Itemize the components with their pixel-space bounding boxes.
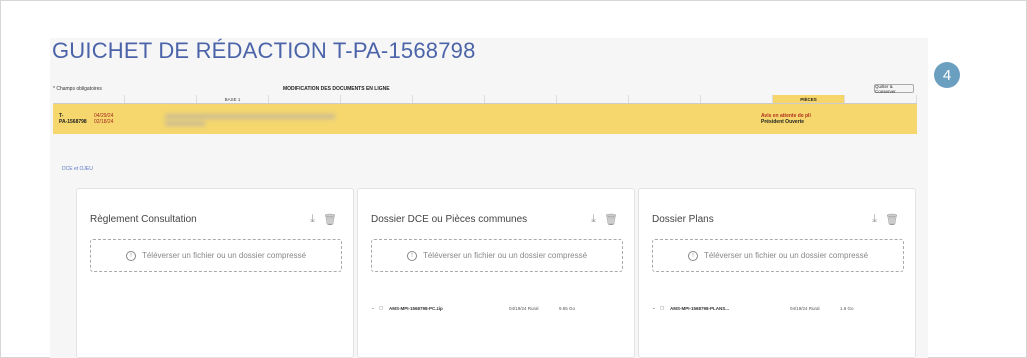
trash-icon[interactable]: 🗑	[604, 213, 618, 226]
tab-5[interactable]	[341, 95, 413, 103]
upload-dropzone[interactable]: ↑ Téléverser un fichier ou un dossier co…	[90, 239, 342, 272]
upload-label: Téléverser un fichier ou un dossier comp…	[141, 251, 307, 260]
upload-dropzone[interactable]: ↑ Téléverser un fichier ou un dossier co…	[652, 239, 904, 272]
trash-icon[interactable]: 🗑	[885, 213, 899, 226]
section-title: MODIFICATION DES DOCUMENTS EN LIGNE	[283, 86, 390, 92]
card-plans: Dossier Plans ⤓ 🗑 ↑ Téléverser un fichie…	[638, 188, 916, 358]
status-text: Avis en attente de pli Président Ouverte	[761, 113, 811, 125]
upload-icon: ↑	[406, 250, 417, 261]
reference-number: T- PA-1568798	[59, 113, 87, 125]
card-title: Règlement Consultation	[90, 214, 197, 225]
chevron-down-icon[interactable]: ⌄	[371, 305, 379, 311]
file-date: 04/19/24 Rural	[509, 305, 539, 311]
download-icon[interactable]: ⤓	[872, 213, 877, 226]
tab-bar: BASE 1 PIÈCES	[53, 95, 917, 104]
card-actions: ⤓ 🗑	[310, 213, 337, 226]
dce-link[interactable]: DCE et OJEU	[62, 166, 93, 172]
step-badge: 4	[934, 62, 960, 88]
tab-9[interactable]	[629, 95, 701, 103]
upload-dropzone[interactable]: ↑ Téléverser un fichier ou un dossier co…	[371, 239, 623, 272]
info-band: T- PA-1568798 04/29/24 02/18/24 Avis en …	[53, 104, 917, 134]
card-actions: ⤓ 🗑	[872, 213, 899, 226]
card-title: Dossier Plans	[652, 214, 714, 225]
file-size: 1.6 Go	[840, 305, 854, 311]
file-size: 9.65 Go	[559, 305, 576, 311]
upload-icon: ↑	[125, 250, 136, 261]
tab-4[interactable]	[269, 95, 341, 103]
file-date: 04/19/24 Rural	[790, 305, 820, 311]
upload-label: Téléverser un fichier ou un dossier comp…	[703, 251, 869, 260]
page-title: GUICHET DE RÉDACTION T-PA-1568798	[52, 38, 476, 63]
tab-base[interactable]: BASE 1	[197, 95, 269, 103]
file-row[interactable]: ⌄ ▢ AMS-MPI-1568798-PLANS... 04/19/24 Ru…	[652, 303, 904, 313]
tab-7[interactable]	[485, 95, 557, 103]
tab-8[interactable]	[557, 95, 629, 103]
tab-12[interactable]	[845, 95, 917, 103]
redacted-text-2	[165, 121, 205, 126]
file-icon: ▢	[660, 305, 665, 310]
card-actions: ⤓ 🗑	[591, 213, 618, 226]
required-note: * Champs obligatoires	[53, 86, 102, 92]
file-row[interactable]: ⌄ ▢ AMS-MPI-1568798-PC.zip 04/19/24 Rura…	[371, 303, 623, 313]
file-name: AMS-MPI-1568798-PLANS...	[670, 305, 730, 311]
file-name: AMS-MPI-1568798-PC.zip	[389, 305, 443, 311]
tab-1[interactable]	[53, 95, 125, 103]
redacted-text	[165, 114, 335, 119]
download-icon[interactable]: ⤓	[310, 213, 315, 226]
card-reglement: Règlement Consultation ⤓ 🗑 ↑ Téléverser …	[76, 188, 354, 358]
tab-6[interactable]	[413, 95, 485, 103]
quit-save-button[interactable]: Quitter & Conserver	[874, 84, 914, 94]
tab-2[interactable]	[125, 95, 197, 103]
dates: 04/29/24 02/18/24	[94, 113, 114, 125]
tab-10[interactable]	[701, 95, 773, 103]
chevron-down-icon[interactable]: ⌄	[652, 305, 660, 311]
upload-label: Téléverser un fichier ou un dossier comp…	[422, 251, 588, 260]
tab-pieces[interactable]: PIÈCES	[773, 95, 845, 103]
card-dce: Dossier DCE ou Pièces communes ⤓ 🗑 ↑ Tél…	[357, 188, 635, 358]
download-icon[interactable]: ⤓	[591, 213, 596, 226]
upload-icon: ↑	[687, 250, 698, 261]
card-title: Dossier DCE ou Pièces communes	[371, 214, 528, 225]
file-icon: ▢	[379, 305, 384, 310]
trash-icon[interactable]: 🗑	[323, 213, 337, 226]
